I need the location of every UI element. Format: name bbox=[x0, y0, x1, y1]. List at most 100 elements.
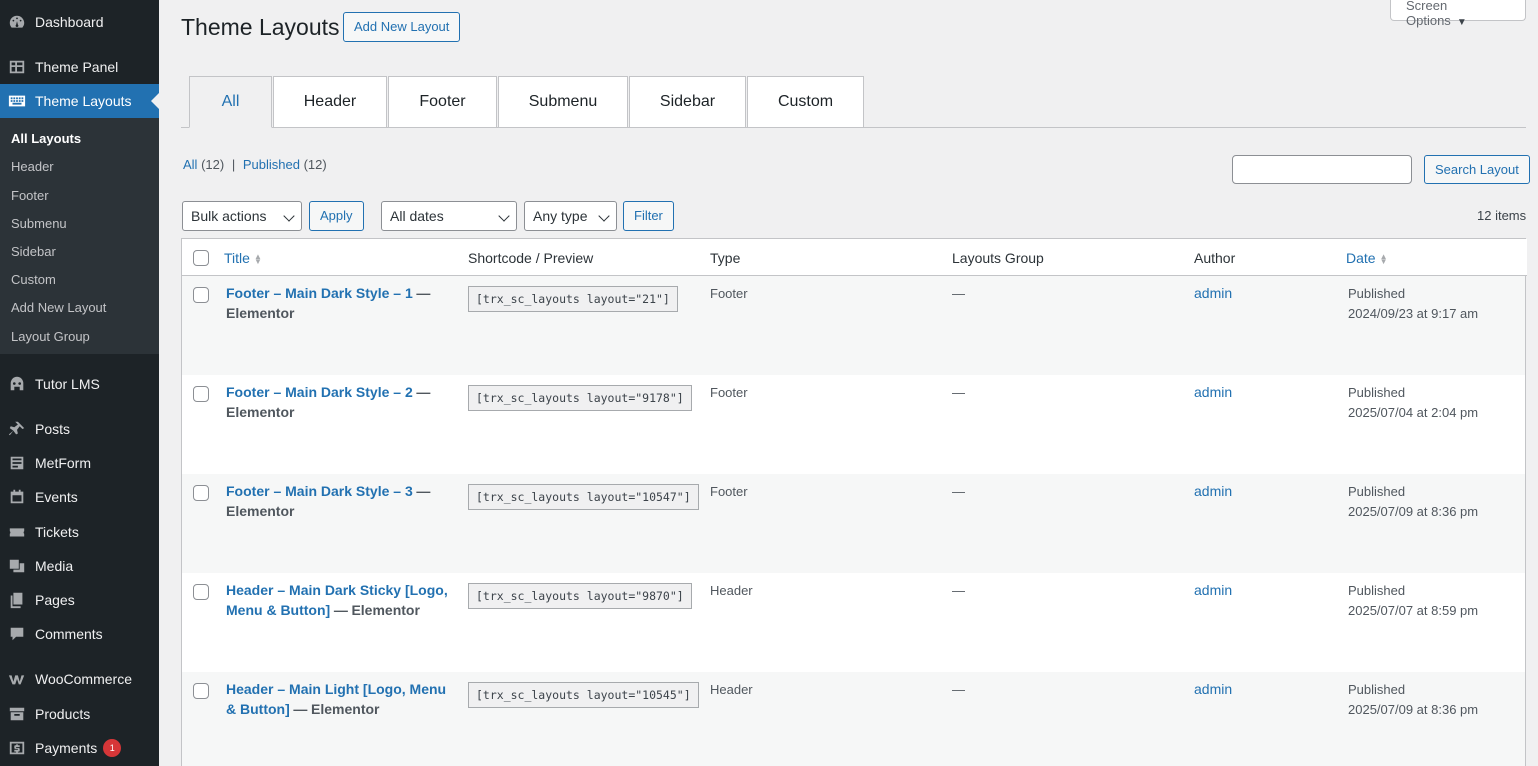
row-status: Published bbox=[1348, 583, 1406, 598]
dollar-icon bbox=[8, 739, 26, 757]
menu-pages[interactable]: Pages bbox=[0, 583, 159, 617]
row-title-link[interactable]: Footer – Main Dark Style – 2 bbox=[226, 384, 413, 400]
row-date-value: 2024/09/23 at 9:17 am bbox=[1348, 305, 1479, 321]
menu-theme-layouts[interactable]: Theme Layouts bbox=[0, 84, 159, 118]
submenu-submenu[interactable]: Submenu bbox=[11, 216, 67, 231]
tab-footer[interactable]: Footer bbox=[388, 76, 497, 128]
screen-options-button[interactable]: Screen Options ▼ bbox=[1390, 0, 1526, 28]
row-title-link[interactable]: Footer – Main Dark Style – 1 bbox=[226, 285, 413, 301]
row-group: — bbox=[952, 385, 965, 400]
type-select[interactable]: Any type bbox=[524, 201, 617, 231]
admin-sidebar: Dashboard Theme Panel Theme Layouts All … bbox=[0, 0, 159, 766]
page-title: Theme Layouts bbox=[181, 14, 340, 40]
archive-icon bbox=[8, 705, 26, 723]
submenu-add-new-layout[interactable]: Add New Layout bbox=[11, 300, 106, 315]
tab-custom[interactable]: Custom bbox=[747, 76, 864, 128]
row-author-link[interactable]: admin bbox=[1194, 581, 1232, 601]
row-title-state: Elementor bbox=[226, 304, 295, 321]
submenu-layout-group[interactable]: Layout Group bbox=[11, 329, 90, 344]
menu-label: Dashboard bbox=[35, 14, 104, 30]
tab-submenu[interactable]: Submenu bbox=[498, 76, 628, 128]
search-input[interactable] bbox=[1232, 155, 1412, 184]
menu-posts[interactable]: Posts bbox=[0, 412, 159, 446]
shortcode-preview[interactable]: [trx_sc_layouts layout="9178"] bbox=[468, 385, 692, 411]
search-layout-button[interactable]: Search Layout bbox=[1424, 155, 1530, 184]
menu-media[interactable]: Media bbox=[0, 549, 159, 583]
form-icon bbox=[8, 454, 26, 472]
column-date-label: Date bbox=[1346, 250, 1376, 266]
menu-label: Comments bbox=[35, 626, 103, 642]
menu-theme-panel[interactable]: Theme Panel bbox=[0, 50, 159, 84]
table-header: Title ▲ ▼ Shortcode / Preview Type Layouts… bbox=[182, 239, 1527, 276]
view-published-count: (12) bbox=[303, 157, 327, 172]
tab-all[interactable]: All bbox=[189, 76, 272, 128]
submenu-header[interactable]: Header bbox=[11, 159, 54, 174]
column-title[interactable]: Title ▲ ▼ bbox=[224, 250, 262, 266]
shortcode-preview[interactable]: [trx_sc_layouts layout="9870"] bbox=[468, 583, 692, 609]
shortcode-preview[interactable]: [trx_sc_layouts layout="21"] bbox=[468, 286, 678, 312]
menu-events[interactable]: Events bbox=[0, 480, 159, 514]
column-shortcode: Shortcode / Preview bbox=[468, 250, 594, 266]
menu-label: Posts bbox=[35, 421, 71, 437]
row-checkbox[interactable] bbox=[193, 683, 209, 699]
row-author-link[interactable]: admin bbox=[1194, 680, 1232, 700]
view-all-link[interactable]: All (12) bbox=[183, 157, 224, 172]
pages-icon bbox=[8, 591, 26, 609]
row-checkbox[interactable] bbox=[193, 485, 209, 501]
view-published-link[interactable]: Published (12) bbox=[243, 157, 327, 172]
row-author-link[interactable]: admin bbox=[1194, 284, 1232, 304]
column-date[interactable]: Date ▲ ▼ bbox=[1346, 250, 1388, 266]
row-author-link[interactable]: admin bbox=[1194, 383, 1232, 403]
row-title-link[interactable]: Footer – Main Dark Style – 3 bbox=[226, 483, 413, 499]
row-date: Published 2025/07/09 at 8:36 pm bbox=[1348, 680, 1478, 719]
add-new-layout-button[interactable]: Add New Layout bbox=[343, 12, 461, 42]
menu-products[interactable]: Products bbox=[0, 697, 159, 731]
shortcode-preview[interactable]: [trx_sc_layouts layout="10545"] bbox=[468, 682, 699, 708]
table-row: Header – Main Dark Sticky [Logo, Menu & … bbox=[182, 573, 1525, 672]
submenu-sidebar[interactable]: Sidebar bbox=[11, 244, 56, 259]
bulk-actions-select[interactable]: Bulk actions bbox=[182, 201, 302, 231]
menu-comments[interactable]: Comments bbox=[0, 617, 159, 651]
submenu-all-layouts[interactable]: All Layouts bbox=[11, 131, 81, 146]
menu-metform[interactable]: MetForm bbox=[0, 446, 159, 480]
menu-tickets[interactable]: Tickets bbox=[0, 515, 159, 549]
tab-header[interactable]: Header bbox=[273, 76, 387, 128]
menu-label: Tutor LMS bbox=[35, 376, 100, 392]
table-row: Footer – Main Dark Style – 2 — Elementor… bbox=[182, 375, 1525, 474]
shortcode-preview[interactable]: [trx_sc_layouts layout="10547"] bbox=[468, 484, 699, 510]
filter-button[interactable]: Filter bbox=[623, 201, 674, 231]
row-type: Footer bbox=[710, 484, 748, 499]
menu-dashboard[interactable]: Dashboard bbox=[0, 5, 159, 39]
select-all-checkbox[interactable] bbox=[193, 250, 209, 266]
apply-button[interactable]: Apply bbox=[309, 201, 364, 231]
main-content: Theme Layouts Add New Layout Screen Opti… bbox=[159, 0, 1538, 766]
view-filters: All (12) | Published (12) bbox=[183, 157, 327, 172]
screen-options-label: Screen Options bbox=[1406, 0, 1451, 28]
menu-label: Theme Layouts bbox=[35, 93, 132, 109]
chevron-down-icon bbox=[283, 210, 295, 222]
column-type: Type bbox=[710, 250, 741, 266]
column-author: Author bbox=[1194, 250, 1236, 266]
menu-woocommerce[interactable]: WooCommerce bbox=[0, 662, 159, 696]
menu-payments[interactable]: Payments 1 bbox=[0, 731, 159, 765]
submenu-footer[interactable]: Footer bbox=[11, 188, 49, 203]
submenu-custom[interactable]: Custom bbox=[11, 272, 56, 287]
tab-sidebar[interactable]: Sidebar bbox=[629, 76, 746, 128]
view-separator: | bbox=[231, 157, 236, 172]
row-checkbox[interactable] bbox=[193, 386, 209, 402]
menu-label: Products bbox=[35, 706, 91, 722]
view-all-count: (12) bbox=[201, 157, 225, 172]
menu-tutor-lms[interactable]: Tutor LMS bbox=[0, 367, 159, 401]
menu-label: Tickets bbox=[35, 524, 79, 540]
row-title: Footer – Main Dark Style – 3 — Elementor bbox=[226, 482, 436, 521]
row-checkbox[interactable] bbox=[193, 584, 209, 600]
theme-layouts-submenu: All Layouts Header Footer Submenu Sideba… bbox=[0, 118, 159, 354]
dates-select[interactable]: All dates bbox=[381, 201, 517, 231]
row-checkbox[interactable] bbox=[193, 287, 209, 303]
row-date-value: 2025/07/07 at 8:59 pm bbox=[1348, 602, 1479, 618]
row-title-state: Elementor bbox=[351, 601, 420, 618]
row-type: Footer bbox=[710, 286, 748, 301]
row-author-link[interactable]: admin bbox=[1194, 482, 1232, 502]
row-title-state: Elementor bbox=[226, 502, 295, 519]
row-type: Footer bbox=[710, 385, 748, 400]
